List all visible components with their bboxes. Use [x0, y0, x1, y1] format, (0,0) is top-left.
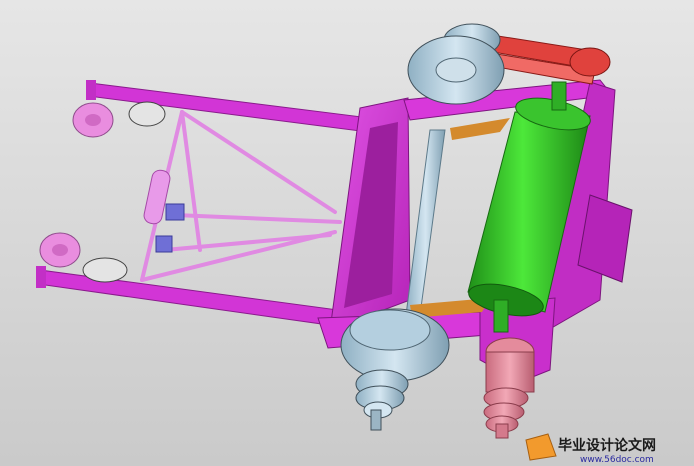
watermark-url: www.56doc.com — [580, 455, 654, 465]
lower-tube-end — [36, 266, 46, 288]
caster-hub-upper — [85, 114, 101, 126]
drum-bottom-shaft — [493, 299, 509, 333]
pink-shaft-tip — [495, 423, 509, 439]
bracket-block-lower — [155, 235, 173, 253]
gear-face-bottom — [349, 309, 431, 351]
disc-upper — [128, 101, 166, 127]
bottom-shaft-end — [370, 409, 382, 431]
watermark-title: 毕业设计论文网 — [558, 437, 656, 454]
bracket-block-upper — [165, 203, 185, 221]
drum-top-shaft — [551, 81, 567, 111]
disc-lower — [82, 257, 128, 283]
upper-tube-end — [86, 80, 96, 100]
caster-hub-lower — [52, 244, 68, 256]
cad-model-view: 毕业设计论文网 www.56doc.com — [0, 0, 694, 466]
machine-assembly-drawing: 毕业设计论文网 www.56doc.com — [0, 0, 694, 466]
large-gear-hub-top — [435, 57, 477, 83]
pink-shaft-body — [485, 351, 535, 393]
drive-pulley-right — [569, 47, 611, 77]
